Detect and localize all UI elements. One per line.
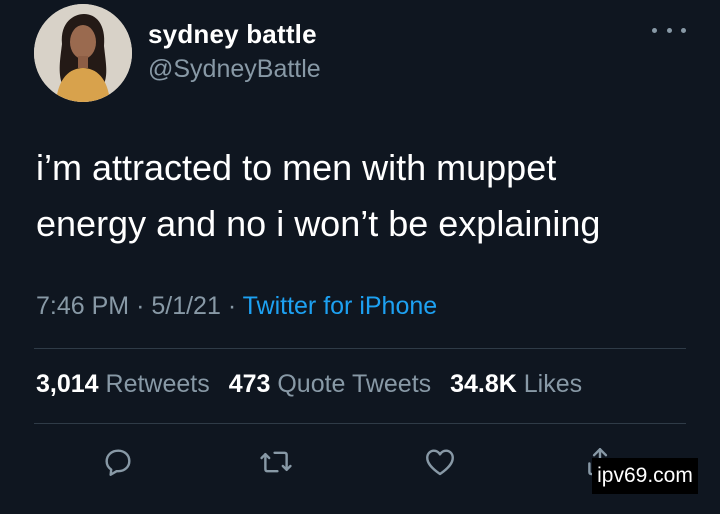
heart-icon [426, 449, 454, 476]
quote-tweets-count: 473 [228, 370, 271, 398]
more-dot [666, 27, 672, 33]
divider [34, 423, 686, 424]
reply-button[interactable] [96, 440, 140, 484]
user-handle[interactable]: @SydneyBattle [148, 55, 321, 84]
meta-separator: · [227, 292, 237, 320]
likes-stat[interactable]: 34.8K Likes [450, 370, 582, 398]
tweet-meta: 7:46 PM · 5/1/21 · Twitter for iPhone [36, 292, 437, 321]
retweet-button[interactable] [254, 440, 298, 484]
more-dot [681, 27, 686, 33]
tweet-time[interactable]: 7:46 PM [36, 292, 129, 320]
retweets-stat[interactable]: 3,014 Retweets [36, 370, 217, 398]
tweet-text: i’m attracted to men with muppet energy … [36, 140, 696, 252]
quote-tweets-stat[interactable]: 473 Quote Tweets [229, 370, 438, 398]
tweet-card: sydney battle @SydneyBattle i’m attracte… [0, 0, 720, 514]
avatar[interactable] [34, 4, 132, 102]
reply-icon [105, 449, 131, 476]
display-name[interactable]: sydney battle [148, 19, 317, 50]
tweet-text-line: i’m attracted to men with muppet [36, 147, 557, 188]
retweets-count: 3,014 [36, 370, 99, 398]
more-options-icon[interactable] [652, 18, 686, 42]
retweet-icon [260, 451, 292, 473]
tweet-date[interactable]: 5/1/21 [151, 292, 221, 320]
likes-count: 34.8K [450, 370, 517, 398]
likes-label: Likes [523, 370, 583, 398]
quote-tweets-label: Quote Tweets [277, 370, 432, 398]
more-dot [652, 27, 657, 33]
tweet-source-link[interactable]: Twitter for iPhone [243, 292, 438, 320]
divider [34, 348, 686, 349]
like-button[interactable] [418, 440, 462, 484]
tweet-text-line: energy and no i won’t be explaining [36, 203, 601, 244]
watermark: ipv69.com [592, 458, 698, 494]
retweets-label: Retweets [105, 370, 210, 398]
tweet-stats: 3,014 Retweets 473 Quote Tweets 34.8K Li… [36, 370, 594, 399]
meta-separator: · [136, 292, 145, 320]
